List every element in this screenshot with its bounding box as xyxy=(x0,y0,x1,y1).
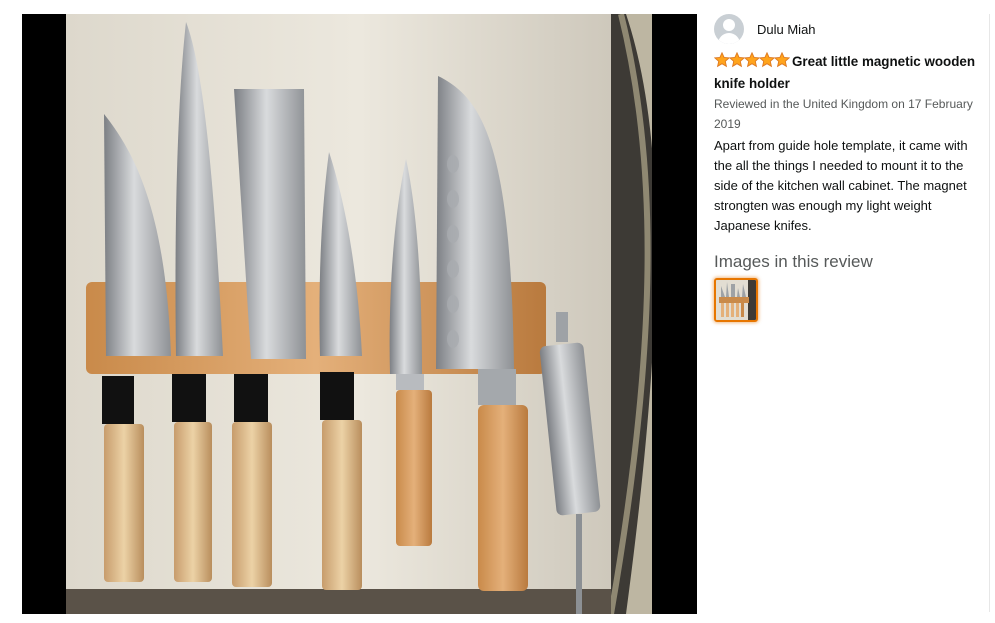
panel-divider xyxy=(989,14,990,612)
star-icon xyxy=(729,52,745,68)
review-image-viewer xyxy=(22,14,697,614)
star-rating[interactable] xyxy=(714,52,790,74)
star-icon xyxy=(744,52,760,68)
star-icon xyxy=(714,52,730,68)
review-photo xyxy=(66,14,652,614)
images-section-heading: Images in this review xyxy=(714,252,873,271)
thumbnail-photo xyxy=(716,280,756,320)
reviewer-profile[interactable]: Dulu Miah xyxy=(714,14,989,44)
review-title-row: Great little magnetic wooden knife holde… xyxy=(714,52,989,94)
review-image-thumbnail[interactable] xyxy=(714,278,758,322)
star-icon xyxy=(774,52,790,68)
reviewer-name[interactable]: Dulu Miah xyxy=(757,22,816,37)
review-panel: Dulu Miah Great little magnetic wooden k… xyxy=(714,14,989,322)
review-body: Apart from guide hole template, it came … xyxy=(714,138,968,233)
review-date: Reviewed in the United Kingdom on 17 Feb… xyxy=(714,97,973,131)
star-icon xyxy=(759,52,775,68)
default-user-icon xyxy=(714,14,744,44)
